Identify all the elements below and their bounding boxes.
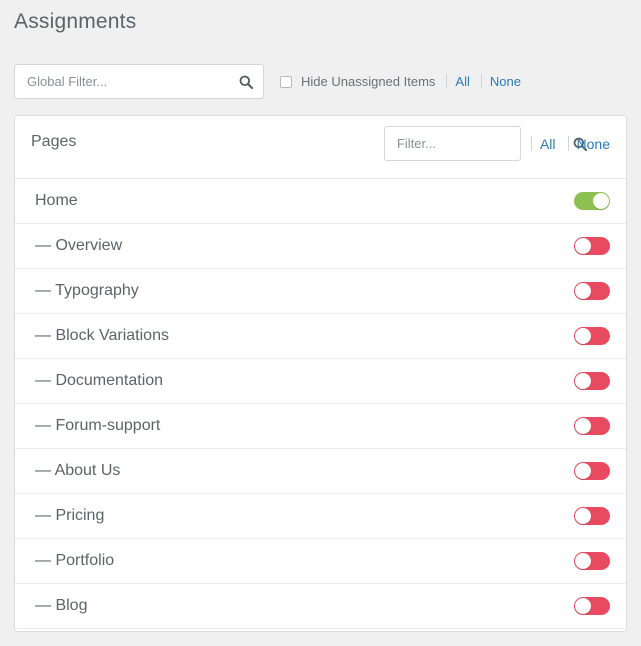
assignment-toggle[interactable] — [574, 597, 610, 615]
toggle-knob — [575, 373, 591, 389]
search-icon[interactable] — [239, 75, 253, 89]
list-item: — Block Variations — [15, 314, 626, 359]
list-item: — Portfolio — [15, 539, 626, 584]
global-filter-bar: Hide Unassigned Items All None — [14, 64, 624, 99]
global-filter-box[interactable] — [14, 64, 264, 99]
pages-panel: Pages All None Home — Overview — Typogra… — [14, 115, 627, 632]
page-label: — About Us — [35, 462, 121, 479]
page-label: — Pricing — [35, 507, 105, 524]
toggle-knob — [593, 193, 609, 209]
toggle-knob — [575, 508, 591, 524]
assignment-toggle[interactable] — [574, 282, 610, 300]
panel-select-none-link[interactable]: None — [577, 136, 610, 152]
toggle-knob — [575, 238, 591, 254]
hide-unassigned-label: Hide Unassigned Items — [301, 74, 436, 89]
assignment-toggle[interactable] — [574, 462, 610, 480]
list-item: — Documentation — [15, 359, 626, 404]
toggle-knob — [575, 553, 591, 569]
panel-select-all-link[interactable]: All — [540, 136, 556, 152]
page-label: — Block Variations — [35, 327, 169, 344]
list-item: — Forum-support — [15, 404, 626, 449]
list-item: — About Us — [15, 449, 626, 494]
toggle-knob — [575, 418, 591, 434]
page-label: — Overview — [35, 237, 123, 254]
assignment-toggle[interactable] — [574, 417, 610, 435]
divider — [480, 74, 482, 89]
list-item: — Pricing — [15, 494, 626, 539]
list-item: Home — [15, 179, 626, 224]
assignment-toggle[interactable] — [574, 327, 610, 345]
page-label: — Documentation — [35, 372, 164, 389]
list-item: — Blog — [15, 584, 626, 629]
assignment-toggle[interactable] — [574, 237, 610, 255]
hide-unassigned-toggle[interactable]: Hide Unassigned Items — [280, 74, 435, 89]
assignment-toggle[interactable] — [574, 372, 610, 390]
pages-list: Home — Overview — Typography — Block Var… — [15, 179, 626, 629]
assignment-toggle[interactable] — [574, 192, 610, 210]
global-select-all-link[interactable]: All — [455, 74, 469, 89]
page-label: Home — [35, 192, 78, 209]
page-label: — Portfolio — [35, 552, 115, 569]
global-select-none-link[interactable]: None — [490, 74, 521, 89]
divider — [530, 136, 532, 151]
global-filter-input[interactable] — [27, 74, 239, 89]
toggle-knob — [575, 463, 591, 479]
page-label: — Forum-support — [35, 417, 161, 434]
page-label: — Typography — [35, 282, 139, 299]
toggle-knob — [575, 283, 591, 299]
hide-unassigned-checkbox[interactable] — [280, 75, 292, 88]
divider — [567, 136, 569, 151]
page-title: Assignments — [14, 10, 137, 33]
panel-tools: All None — [383, 126, 610, 161]
divider — [446, 74, 448, 89]
panel-header: Pages All None — [15, 116, 626, 179]
list-item: — Typography — [15, 269, 626, 314]
panel-filter-box[interactable] — [383, 126, 587, 161]
page-label: — Blog — [35, 597, 88, 614]
toggle-knob — [575, 598, 591, 614]
list-item: — Overview — [15, 224, 626, 269]
toggle-knob — [575, 328, 591, 344]
assignment-toggle[interactable] — [574, 552, 610, 570]
assignment-toggle[interactable] — [574, 507, 610, 525]
panel-title: Pages — [31, 133, 77, 150]
